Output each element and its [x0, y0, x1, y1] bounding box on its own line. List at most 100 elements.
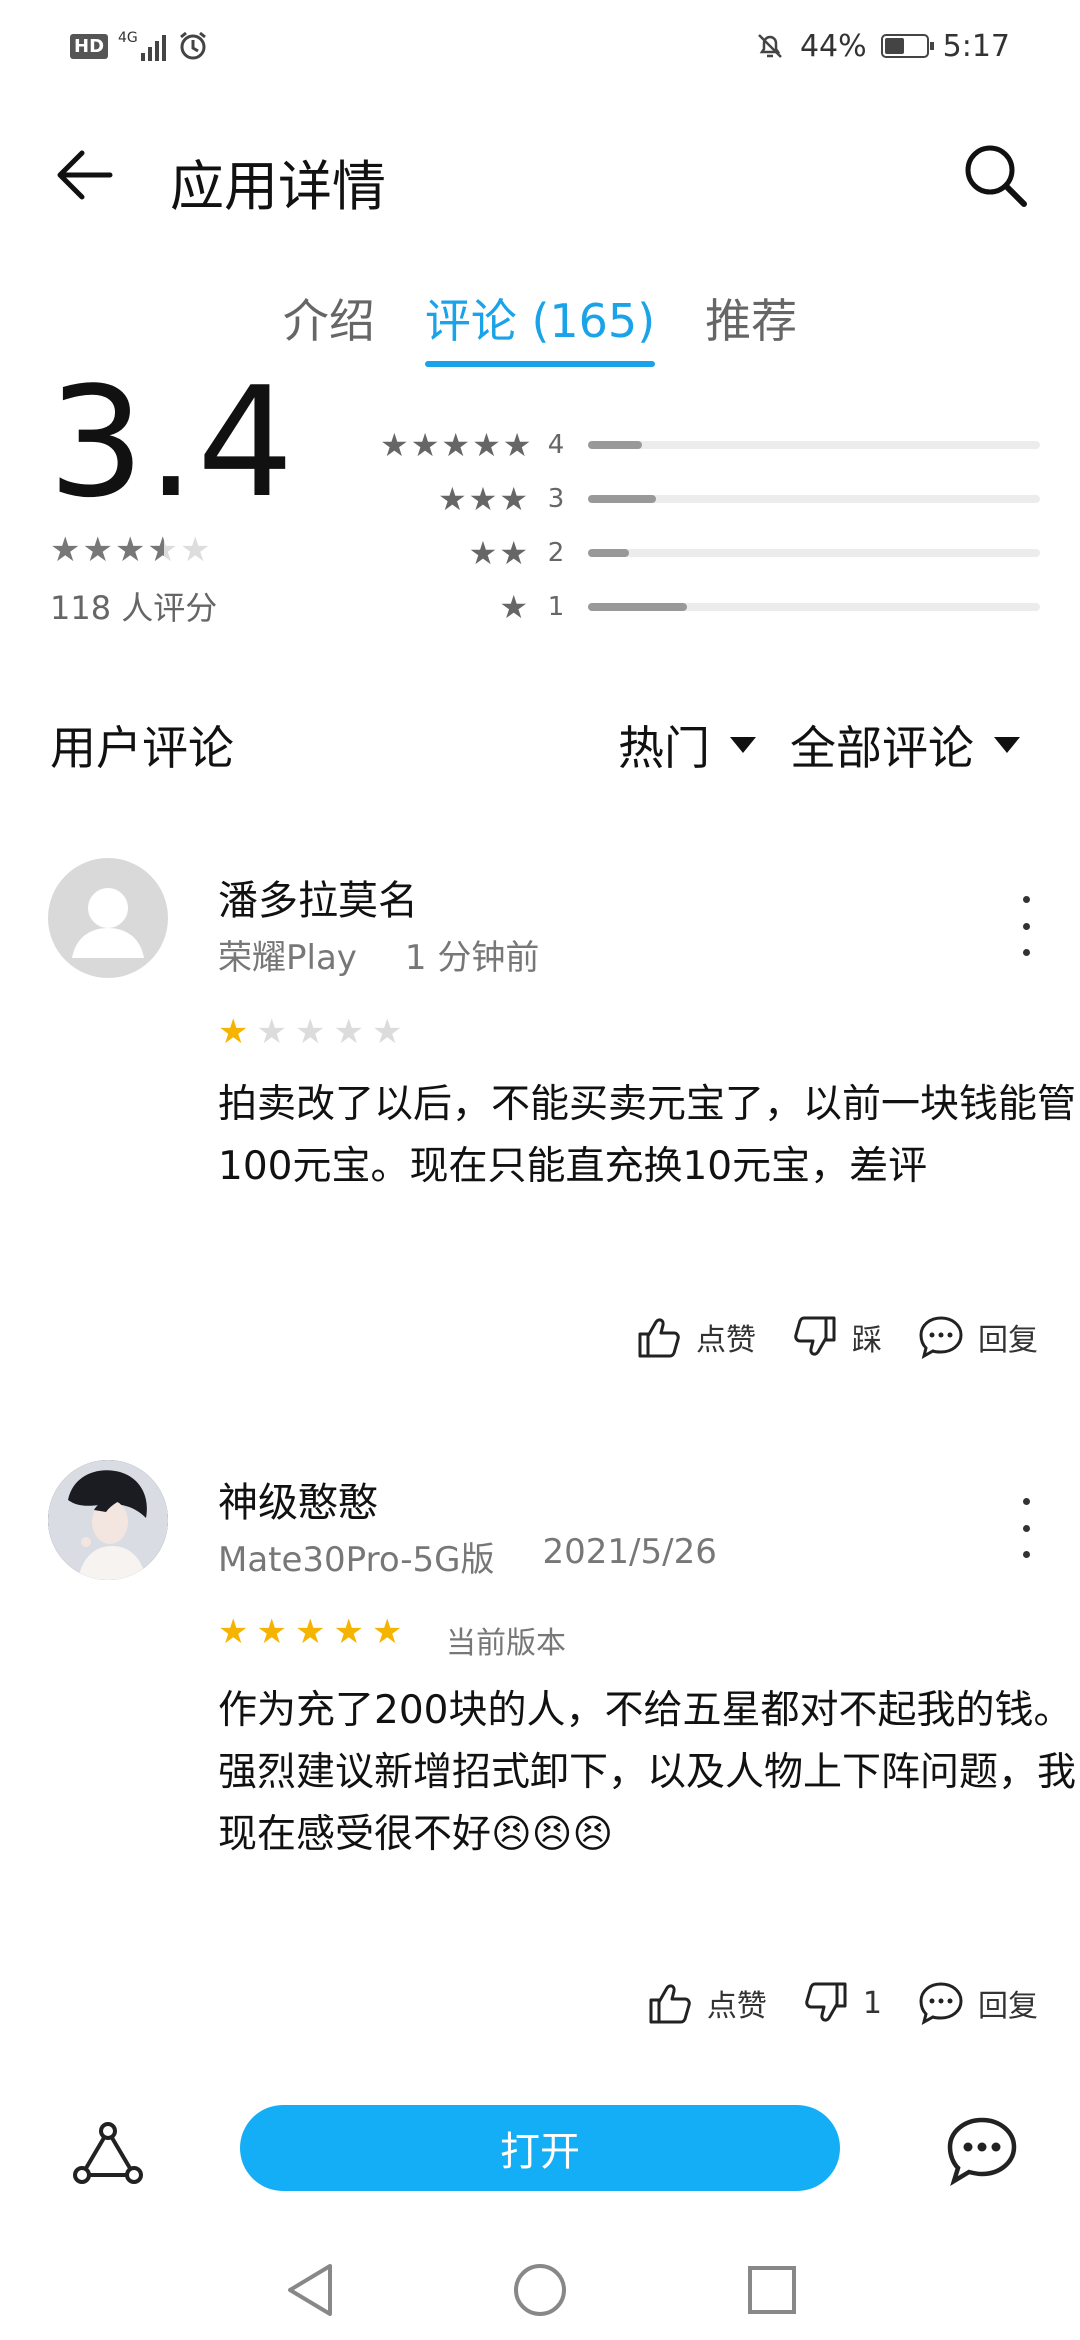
dist-bar-fill [588, 495, 656, 503]
filter-dropdown[interactable]: 全部评论 [790, 712, 1020, 778]
comment-icon [919, 1316, 963, 1359]
dislike-label: 踩 [852, 1323, 882, 1358]
dist-bar [588, 495, 1040, 503]
star-filled-icon: ★ [256, 1612, 289, 1652]
sort-label: 热门 [618, 721, 710, 775]
more-options-icon[interactable] [1011, 1498, 1041, 1558]
reviewer-name: 潘多拉莫名 [218, 878, 418, 924]
tab-reviews[interactable]: 评论 (165) [424, 285, 656, 367]
reply-label: 回复 [978, 1989, 1038, 2024]
open-button[interactable]: 打开 [240, 2105, 840, 2191]
status-right: 44% 5:17 [754, 26, 1010, 66]
average-score: 3.4 [48, 354, 296, 531]
clock: 5:17 [942, 28, 1010, 64]
review-meta: 荣耀Play 1 分钟前 [218, 930, 539, 979]
dislike-count: 1 [862, 1985, 882, 2021]
dist-count: 2 [547, 538, 565, 568]
like-button[interactable]: 点赞 [645, 1978, 767, 2028]
star-empty-icon: ★ [333, 1012, 366, 1052]
star-filled-icon: ★ [371, 1612, 405, 1652]
star-filled-icon: ★ [218, 1612, 251, 1652]
signal-icon: 4G [118, 31, 166, 61]
battery-percent: 44% [799, 28, 867, 64]
device-name: 荣耀Play [218, 938, 357, 978]
hd-icon: HD [70, 33, 109, 59]
dist-count: 3 [547, 484, 565, 514]
star-filled-icon: ★ [333, 1612, 366, 1652]
reviewer-name: 神级憨憨 [218, 1480, 378, 1526]
mute-bell-icon [758, 34, 782, 58]
version-tag: 当前版本 [446, 1626, 566, 1661]
average-stars: ★★★★★★ [50, 530, 213, 570]
review-meta: Mate30Pro-5G版 2021/5/26 [218, 1532, 717, 1581]
sort-dropdown[interactable]: 热门 [618, 712, 756, 778]
dist-bar-fill [588, 441, 643, 449]
filter-label: 全部评论 [790, 721, 974, 775]
star-empty-icon: ★ [256, 1012, 289, 1052]
dist-bar [588, 549, 1040, 557]
reply-label: 回复 [978, 1323, 1038, 1358]
like-label: 点赞 [696, 1323, 756, 1358]
dist-row-1: ★ 1 [380, 580, 1040, 634]
nav-home-icon[interactable] [514, 2264, 566, 2316]
dist-bar [588, 603, 1040, 611]
star-filled-icon: ★ [294, 1612, 328, 1652]
dist-stars: ★ [499, 588, 530, 626]
dist-row-5: ★★★★★ 4 [380, 418, 1040, 472]
review-text: 拍卖改了以后，不能买卖元宝了，以前一块钱能管100元宝。现在只能直充换10元宝，… [218, 1082, 1077, 1189]
like-label: 点赞 [706, 1989, 767, 2024]
status-bar: HD 4G 44% 5:17 [0, 0, 1080, 90]
share-icon[interactable] [70, 2117, 150, 2197]
dist-count: 1 [547, 592, 565, 622]
search-icon[interactable] [960, 140, 1030, 210]
reply-button[interactable]: 回复 [916, 1978, 1038, 2028]
dislike-button[interactable]: 踩 [790, 1312, 882, 1362]
alarm-icon [179, 31, 206, 60]
nav-recents-icon[interactable] [748, 2266, 796, 2314]
dislike-button[interactable]: 1 [801, 1978, 882, 2028]
status-left: HD 4G [70, 26, 210, 66]
review-time: 2021/5/26 [542, 1532, 717, 1572]
comment-icon[interactable] [942, 2112, 1022, 2192]
caret-down-icon [730, 737, 756, 753]
dist-stars: ★★★★★ [380, 426, 534, 464]
default-user-icon [72, 888, 144, 958]
review-text: 作为充了200块的人，不给五星都对不起我的钱。 强烈建议新增招式卸下，以及人物上… [218, 1688, 1077, 1857]
nav-back-icon[interactable] [288, 2264, 332, 2316]
dist-stars: ★★ [468, 534, 530, 572]
dist-count: 4 [547, 430, 565, 460]
battery-icon [880, 34, 934, 58]
page-title: 应用详情 [170, 155, 386, 218]
thumbs-down-icon [794, 1316, 836, 1356]
review-stars: ★ ★ ★ ★ ★ [218, 1612, 404, 1652]
tab-intro[interactable]: 介绍 [283, 285, 375, 367]
dist-bar-fill [588, 549, 629, 557]
thumbs-up-icon [638, 1318, 680, 1358]
review-time: 1 分钟前 [404, 938, 540, 978]
review-actions: 点赞 踩 回复 [634, 1312, 1038, 1362]
star-empty-icon: ★ [371, 1012, 405, 1052]
more-options-icon[interactable] [1011, 896, 1041, 956]
comment-icon [919, 1982, 963, 2025]
dist-stars: ★★★ [437, 480, 530, 518]
rating-distribution: ★★★★★ 4 ★★★ 3 ★★ 2 ★ 1 [380, 418, 1040, 634]
review-stars: ★ ★ ★ ★ ★ [218, 1012, 404, 1052]
dist-bar [588, 441, 1040, 449]
caret-down-icon [994, 737, 1020, 753]
tab-recommend[interactable]: 推荐 [705, 285, 797, 367]
star-empty-icon: ★ [294, 1012, 328, 1052]
avatar[interactable] [48, 1460, 168, 1580]
like-button[interactable]: 点赞 [634, 1312, 756, 1362]
device-name: Mate30Pro-5G版 [218, 1540, 495, 1580]
user-avatar-image [48, 1460, 168, 1580]
system-nav-bar [288, 2264, 796, 2316]
thumbs-up-icon [649, 1984, 691, 2024]
star-filled-icon: ★ [218, 1012, 251, 1052]
dist-row-2: ★★ 2 [380, 526, 1040, 580]
rating-count: 118 人评分 [50, 589, 218, 627]
section-title: 用户评论 [50, 721, 234, 775]
reply-button[interactable]: 回复 [916, 1312, 1038, 1362]
avatar[interactable] [48, 858, 168, 978]
thumbs-down-icon [805, 1982, 847, 2022]
back-arrow-icon[interactable] [50, 140, 120, 210]
